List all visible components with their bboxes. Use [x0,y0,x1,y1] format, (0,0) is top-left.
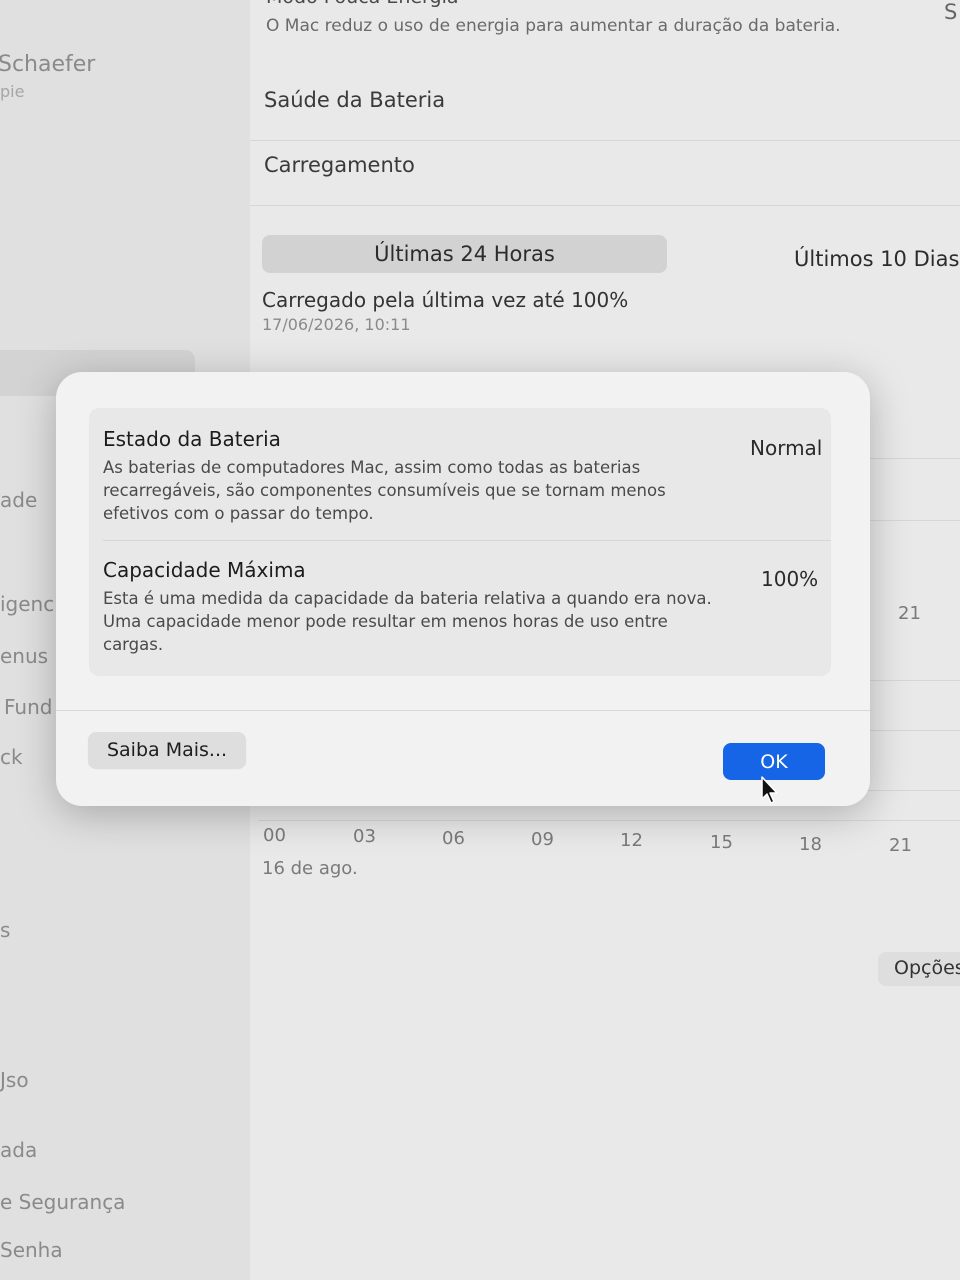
battery-state-title: Estado da Bateria [103,427,281,451]
max-capacity-title: Capacidade Máxima [103,558,306,582]
battery-info-card: Estado da Bateria Normal As baterias de … [89,408,831,676]
tab-last-24-hours[interactable]: Últimas 24 Horas [262,235,667,273]
sidebar-item-1[interactable]: igenc [0,592,54,616]
chart-baseline [258,820,960,821]
sidebar-item-5[interactable]: s [0,918,10,942]
sidebar-item-2[interactable]: enus [0,644,48,668]
battery-state-description: As baterias de computadores Mac, assim c… [103,458,666,523]
chart-gridline [860,730,960,731]
max-capacity-value: 100% [761,567,819,591]
learn-more-button[interactable]: Saiba Mais... [88,732,246,768]
x-tick-label: 12 [620,830,643,851]
x-tick-label: 00 [263,825,286,846]
dialog-divider [56,710,870,711]
mouse-cursor-icon [761,776,778,804]
card-separator [103,540,831,541]
battery-health-row[interactable]: Saúde da Bateria [264,88,445,112]
battery-state-value: Normal [750,436,823,460]
x-tick-label: 21 [889,835,912,856]
x-tick-label: 09 [531,829,554,850]
chart-side-tick: 21 [898,603,921,624]
x-tick-label: 15 [710,832,733,853]
corner-label: S [944,0,958,24]
sidebar-item-7[interactable]: ada [0,1138,37,1162]
time-range-segmented-control: Últimas 24 Horas Últimos 10 Dias [262,235,960,275]
chart-gridline [870,520,960,521]
x-tick-label: 06 [442,828,465,849]
sidebar-item-3[interactable]: Fund [4,695,52,719]
user-subtitle: pie [0,82,25,101]
chart-gridline [870,680,960,681]
sidebar-item-9[interactable]: Senha [0,1238,63,1262]
x-tick-label: 03 [353,826,376,847]
charging-row[interactable]: Carregamento [264,153,415,177]
low-power-description: O Mac reduz o uso de energia para aument… [266,16,841,36]
row-divider [250,140,960,141]
sidebar-item-4[interactable]: ck [0,745,23,769]
low-power-title: Modo Pouca Energia [266,0,459,8]
options-button-label: Opções [894,957,960,979]
user-name[interactable]: Schaefer [0,52,95,77]
last-charged-label: Carregado pela última vez até 100% [262,288,629,312]
last-charged-time: 17/06/2026, 10:11 [262,315,411,334]
row-divider [250,205,960,206]
sidebar-item-8[interactable]: e Segurança [0,1190,125,1214]
chart-date-label: 16 de ago. [262,858,358,879]
chart-gridline [860,790,960,791]
options-button[interactable]: Opções [878,952,960,986]
sidebar-item-0[interactable]: ade [0,488,37,512]
chart-gridline [870,458,960,459]
tab-last-10-days[interactable]: Últimos 10 Dias [794,247,959,271]
sidebar-item-6[interactable]: Jso [0,1068,29,1092]
x-tick-label: 18 [799,834,822,855]
ok-button[interactable]: OK [723,743,825,780]
max-capacity-description: Esta é uma medida da capacidade da bater… [103,589,712,654]
battery-health-dialog: Estado da Bateria Normal As baterias de … [56,372,870,806]
